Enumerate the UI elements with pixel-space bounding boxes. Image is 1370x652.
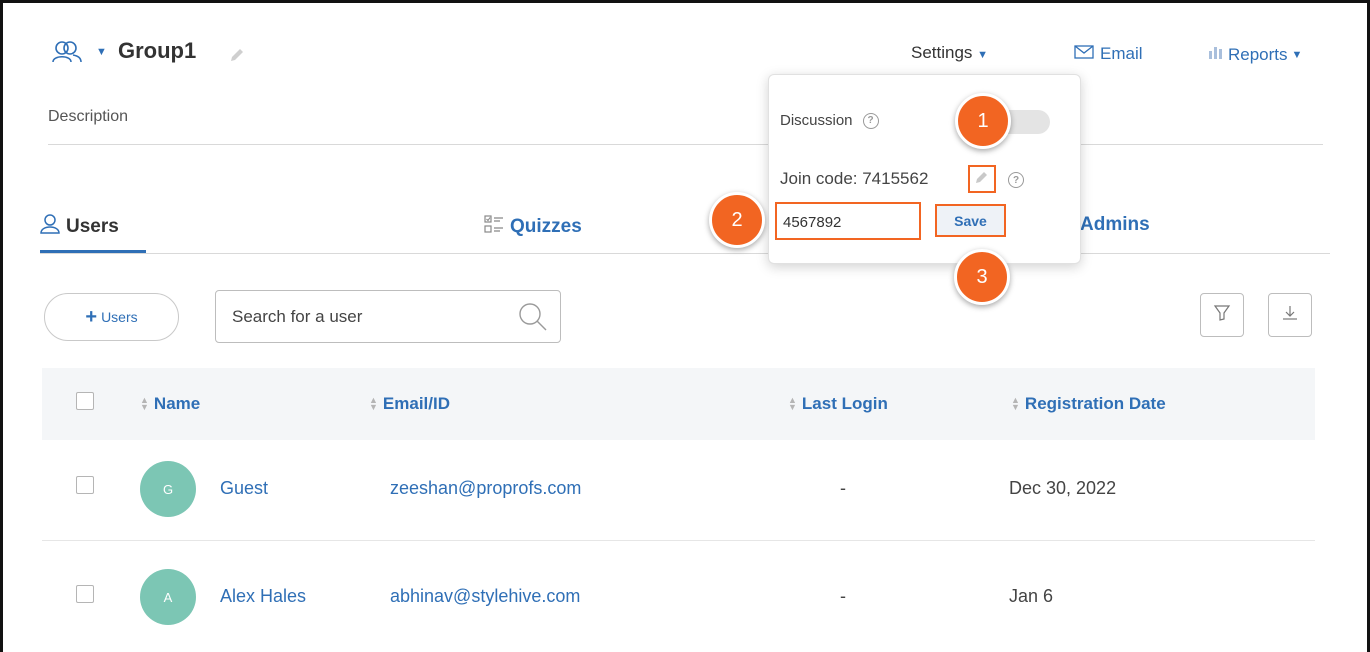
sort-icon: ▲ ▼ <box>140 395 149 412</box>
download-button[interactable] <box>1268 293 1312 337</box>
row-checkbox[interactable] <box>76 476 94 494</box>
reports-menu[interactable]: Reports ▼ <box>1208 44 1302 65</box>
user-email-link[interactable]: abhinav@stylehive.com <box>390 586 580 607</box>
annotation-marker-1: 1 <box>955 93 1011 149</box>
tab-admins[interactable]: Admins <box>1080 214 1150 236</box>
sort-icon: ▲ ▼ <box>1011 395 1020 412</box>
chevron-down-icon: ▼ <box>1291 48 1303 61</box>
email-label: Email <box>1100 44 1143 63</box>
search-input[interactable] <box>230 303 514 331</box>
download-icon <box>1281 304 1299 327</box>
save-button[interactable]: Save <box>935 204 1006 237</box>
settings-label: Settings <box>911 43 973 62</box>
column-header-email[interactable]: ▲ ▼ Email/ID <box>369 394 450 414</box>
tab-users-label: Users <box>66 216 119 237</box>
select-all-checkbox[interactable] <box>76 392 94 410</box>
pencil-icon[interactable] <box>228 46 246 64</box>
search-box <box>215 290 561 343</box>
tab-users[interactable]: Users <box>40 214 119 240</box>
reports-icon <box>1208 44 1224 65</box>
tab-quizzes[interactable]: Quizzes <box>484 214 582 240</box>
add-users-label: Users <box>101 309 138 325</box>
filter-button[interactable] <box>1200 293 1244 337</box>
user-name-link[interactable]: Alex Hales <box>220 586 306 607</box>
annotation-marker-3: 3 <box>954 249 1010 305</box>
tab-admins-label: Admins <box>1080 214 1150 235</box>
row-divider <box>42 540 1315 541</box>
tab-quizzes-label: Quizzes <box>510 216 582 237</box>
settings-menu[interactable]: Settings ▼ <box>911 43 988 63</box>
row-checkbox[interactable] <box>76 585 94 603</box>
registration-date-value: Jan 6 <box>1009 586 1054 606</box>
column-last-login-label: Last Login <box>801 394 888 413</box>
edit-join-code-button[interactable] <box>968 165 996 193</box>
divider <box>48 144 1323 145</box>
screenshot-frame <box>0 0 1370 652</box>
search-icon[interactable] <box>518 302 548 332</box>
sort-icon: ▲ ▼ <box>788 395 797 412</box>
join-code-input[interactable] <box>781 210 915 234</box>
reports-label: Reports <box>1228 44 1288 64</box>
add-users-button[interactable]: + Users <box>44 293 179 341</box>
quiz-list-icon <box>484 214 504 240</box>
column-header-last-login[interactable]: ▲ ▼ Last Login <box>788 394 888 414</box>
email-link[interactable]: Email <box>1074 44 1143 64</box>
chevron-down-icon: ▼ <box>977 49 989 61</box>
pencil-icon <box>974 169 990 190</box>
annotation-marker-2: 2 <box>709 192 765 248</box>
last-login-value: - <box>840 586 846 606</box>
avatar: A <box>140 569 196 625</box>
sort-icon: ▲ ▼ <box>369 395 378 412</box>
plus-icon: + <box>85 305 98 328</box>
column-email-label: Email/ID <box>382 394 451 413</box>
help-icon[interactable]: ? <box>862 112 879 129</box>
last-login-value: - <box>840 478 846 498</box>
group-dropdown-caret-icon[interactable]: ▼ <box>96 46 107 58</box>
group-title: Group1 <box>118 38 197 63</box>
discussion-setting: Discussion ? <box>780 112 879 129</box>
group-description[interactable]: Description <box>48 108 128 126</box>
email-icon <box>1074 44 1094 64</box>
user-name-link[interactable]: Guest <box>220 478 268 499</box>
avatar: G <box>140 461 196 517</box>
tabs-divider <box>40 253 1330 254</box>
column-header-registration-date[interactable]: ▲ ▼ Registration Date <box>1011 394 1166 414</box>
join-code-label: Join code: 7415562 <box>780 169 929 188</box>
filter-icon <box>1213 304 1231 327</box>
discussion-label: Discussion <box>780 112 853 129</box>
user-email-link[interactable]: zeeshan@proprofs.com <box>390 478 581 499</box>
column-registration-label: Registration Date <box>1024 394 1166 413</box>
column-name-label: Name <box>153 394 201 413</box>
registration-date-value: Dec 30, 2022 <box>1009 478 1117 498</box>
user-icon <box>40 214 60 240</box>
users-group-icon[interactable] <box>52 40 82 64</box>
column-header-name[interactable]: ▲ ▼ Name <box>140 394 200 414</box>
join-code-field <box>775 202 921 240</box>
help-icon[interactable]: ? <box>1008 172 1024 188</box>
